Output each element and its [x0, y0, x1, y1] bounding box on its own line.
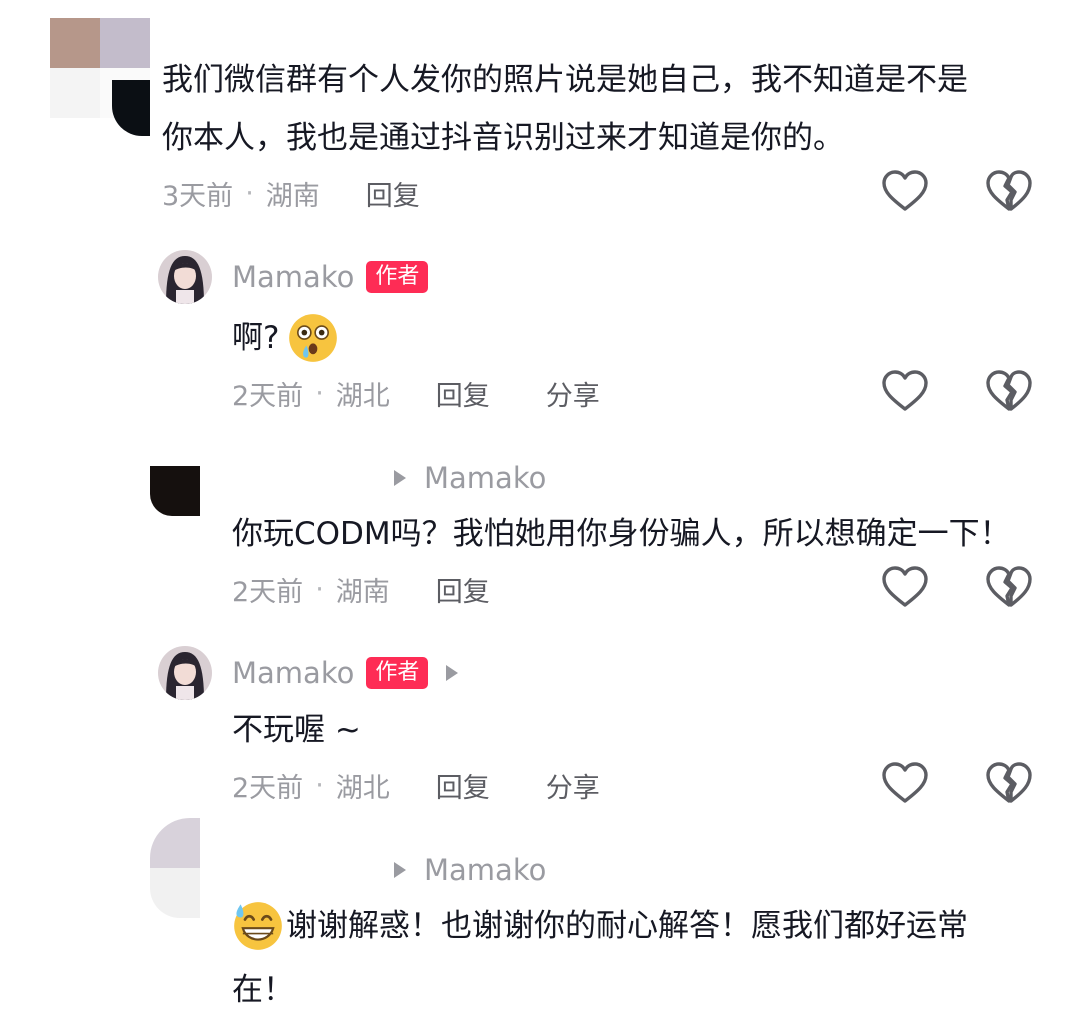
- reply-time: 2天前: [232, 576, 304, 608]
- reply-button[interactable]: 回复: [436, 374, 490, 413]
- commenter-avatar-mosaic[interactable]: [150, 818, 200, 918]
- reply-meta: 2天前 · 湖南 回复: [232, 569, 490, 609]
- comment-text-line-2: 你本人，我也是通过抖音识别过来才知道是你的。: [162, 120, 844, 156]
- meta-separator: ·: [315, 769, 324, 801]
- reply-text-line-1: 谢谢解惑！也谢谢你的耐心解答！愿我们都好运常: [232, 894, 968, 958]
- reply-button[interactable]: 回复: [366, 174, 420, 213]
- heart-outline-icon[interactable]: [880, 564, 930, 610]
- author-avatar[interactable]: [158, 646, 212, 700]
- author-badge: 作者: [366, 261, 429, 293]
- reply-text: 啊?: [232, 306, 339, 370]
- reply-time: 2天前: [232, 772, 304, 804]
- broken-heart-icon[interactable]: [984, 760, 1034, 806]
- author-name[interactable]: Mamako: [232, 260, 354, 294]
- reply-text-content: 谢谢解惑！也谢谢你的耐心解答！愿我们都好运常: [286, 908, 968, 944]
- reply-author-row: Mamako 作者: [232, 653, 476, 693]
- author-name[interactable]: Mamako: [232, 656, 354, 690]
- reply-location: 湖南: [335, 576, 390, 608]
- reply-text: 不玩喔 ~: [232, 712, 361, 748]
- reply-target-name[interactable]: Mamako: [424, 853, 546, 887]
- reply-time: 2天前: [232, 380, 304, 412]
- astonished-face-emoji: [289, 314, 338, 362]
- play-arrow-icon: [446, 665, 459, 681]
- play-arrow-icon: [394, 470, 406, 486]
- reply-location: 湖北: [335, 380, 390, 412]
- reply-text-line-2: 在！: [232, 972, 294, 1008]
- reply-button[interactable]: 回复: [436, 570, 490, 609]
- heart-outline-icon[interactable]: [880, 760, 930, 806]
- reply-button[interactable]: 回复: [436, 766, 490, 805]
- author-badge: 作者: [366, 657, 429, 689]
- broken-heart-icon[interactable]: [984, 368, 1034, 414]
- reply-text: 你玩CODM吗？我怕她用你身份骗人，所以想确定一下！: [232, 516, 1011, 552]
- commenter-avatar-mosaic[interactable]: [50, 18, 150, 136]
- commenter-avatar-mosaic[interactable]: [150, 466, 200, 516]
- comment-location: 湖南: [265, 180, 320, 212]
- comment-time: 3天前: [162, 180, 234, 212]
- meta-separator: ·: [315, 573, 324, 605]
- comment-text-line-1: 我们微信群有个人发你的照片说是她自己，我不知道是不是: [162, 62, 968, 98]
- heart-outline-icon[interactable]: [880, 168, 930, 214]
- heart-outline-icon[interactable]: [880, 368, 930, 414]
- share-button[interactable]: 分享: [546, 766, 600, 805]
- play-arrow-icon: [394, 862, 406, 878]
- reply-text-content: 啊?: [232, 320, 280, 356]
- meta-separator: ·: [315, 377, 324, 409]
- reply-location: 湖北: [335, 772, 390, 804]
- reply-meta: 2天前 · 湖北 回复 分享: [232, 765, 600, 805]
- comment-meta: 3天前 · 湖南 回复: [162, 173, 420, 213]
- reply-target-row: Mamako: [376, 850, 546, 890]
- grinning-sweat-face-emoji: [234, 902, 282, 950]
- reply-author-row: Mamako 作者: [232, 257, 429, 297]
- share-button[interactable]: 分享: [546, 374, 600, 413]
- author-avatar[interactable]: [158, 250, 212, 304]
- reply-meta: 2天前 · 湖北 回复 分享: [232, 373, 600, 413]
- broken-heart-icon[interactable]: [984, 564, 1034, 610]
- reply-target-row: Mamako: [376, 458, 546, 498]
- meta-separator: ·: [245, 177, 254, 209]
- reply-target-name[interactable]: Mamako: [424, 461, 546, 495]
- broken-heart-icon[interactable]: [984, 168, 1034, 214]
